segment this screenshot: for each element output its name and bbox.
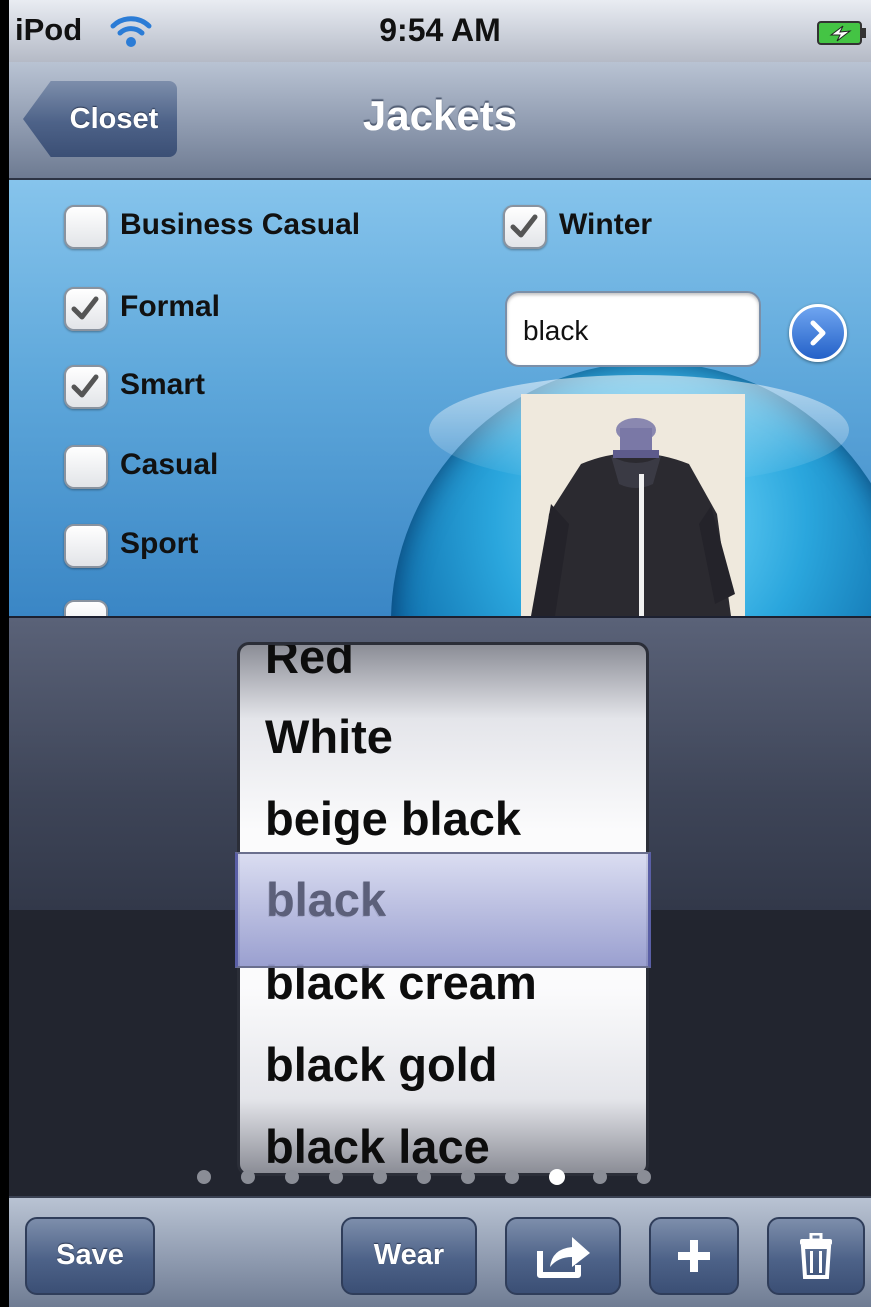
- status-time: 9:54 AM: [379, 12, 501, 48]
- screen: iPod 9:54 AM Closet Jackets Business Cas…: [9, 0, 871, 1307]
- page-dot[interactable]: [417, 1170, 431, 1184]
- color-input[interactable]: black: [505, 291, 761, 367]
- picker-selection-bar[interactable]: black: [235, 852, 651, 968]
- save-button-label: Save: [56, 1239, 124, 1271]
- chevron-right-icon: [810, 320, 826, 346]
- navigation-bar: Closet Jackets: [9, 62, 871, 180]
- checkbox-label: Formal: [120, 290, 221, 323]
- checkbox-label: Winter: [559, 208, 653, 241]
- checkbox-box[interactable]: [64, 205, 108, 249]
- page-dot[interactable]: [197, 1170, 211, 1184]
- item-photo: [521, 394, 745, 616]
- save-button[interactable]: Save: [25, 1217, 155, 1295]
- page-dot[interactable]: [373, 1170, 387, 1184]
- checkmark-icon: [510, 214, 538, 238]
- checkbox-label: Sport: [120, 527, 199, 560]
- page-dot[interactable]: [637, 1170, 651, 1184]
- checkbox-label: Casual: [120, 448, 219, 481]
- wear-button[interactable]: Wear: [341, 1217, 477, 1295]
- checkmark-icon: [71, 296, 99, 320]
- share-button[interactable]: [505, 1217, 621, 1295]
- jacket-icon: [521, 394, 745, 616]
- page-dot[interactable]: [461, 1170, 475, 1184]
- bottom-toolbar: Save Wear: [9, 1196, 871, 1307]
- status-bar: iPod 9:54 AM: [9, 0, 871, 63]
- page-dot[interactable]: [285, 1170, 299, 1184]
- picker-item[interactable]: black gold: [265, 1037, 497, 1117]
- page-dot[interactable]: [241, 1170, 255, 1184]
- page-dot[interactable]: [329, 1170, 343, 1184]
- page-dot[interactable]: [593, 1170, 607, 1184]
- trash-icon: [800, 1233, 832, 1279]
- checkbox-box[interactable]: [64, 287, 108, 331]
- color-input-value: black: [523, 315, 589, 346]
- picker-item[interactable]: Red: [265, 645, 354, 709]
- checkbox-box[interactable]: [64, 445, 108, 489]
- checkbox-box[interactable]: [64, 365, 108, 409]
- item-details-panel: Business Casual Formal Smart Casual Spor…: [9, 180, 871, 616]
- wear-button-label: Wear: [373, 1239, 445, 1271]
- checkbox-box[interactable]: [64, 600, 108, 616]
- picker-item[interactable]: black lace: [265, 1119, 490, 1173]
- checkmark-icon: [71, 374, 99, 398]
- picker-selected-item: black: [266, 873, 387, 926]
- page-title: Jackets: [362, 92, 518, 139]
- share-icon: [537, 1237, 590, 1278]
- checkbox-box[interactable]: [503, 205, 547, 249]
- checkbox-label: Business Casual: [120, 208, 361, 241]
- delete-button[interactable]: [767, 1217, 865, 1295]
- checkbox-box[interactable]: [64, 524, 108, 568]
- picker-item[interactable]: White: [265, 709, 393, 789]
- plus-icon: [678, 1240, 710, 1272]
- page-dot[interactable]: [505, 1170, 519, 1184]
- add-button[interactable]: [649, 1217, 739, 1295]
- color-picker-area: Red White beige black black black cream …: [9, 616, 871, 1196]
- battery-charging-icon: [817, 21, 866, 45]
- checkbox-label: Smart: [120, 368, 206, 401]
- page-dot-active[interactable]: [549, 1169, 565, 1185]
- detail-disclosure-button[interactable]: [789, 304, 847, 362]
